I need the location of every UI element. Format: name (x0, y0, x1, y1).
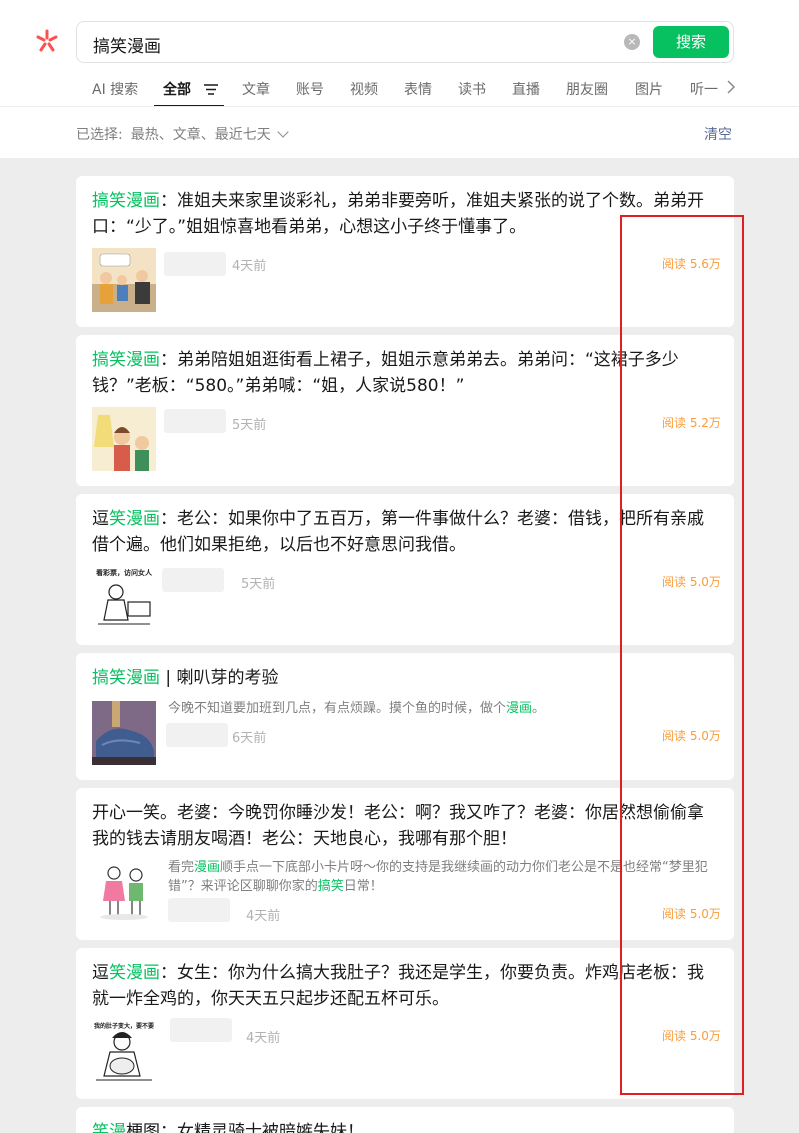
result-title[interactable]: 搞笑漫画：弟弟陪姐姐逛街看上裙子，姐姐示意弟弟去。弟弟问：“这裙子多少钱？”老板… (92, 347, 712, 399)
search-button[interactable]: 搜索 (653, 26, 729, 58)
tab-all[interactable]: 全部 (163, 79, 191, 99)
clear-filters-button[interactable]: 清空 (704, 124, 732, 144)
chevron-down-icon[interactable] (277, 126, 289, 138)
result-title[interactable]: 逗笑漫画：老公：如果你中了五百万，第一件事做什么？老婆：借钱，把所有亲戚借个遍。… (92, 506, 712, 558)
comic-siblings-icon (92, 407, 156, 471)
svg-text:看彩票，访问女人: 看彩票，访问女人 (96, 568, 153, 577)
result-card[interactable]: 逗笑漫画：女生：你为什么搞大我肚子？我还是学生，你要负责。炸鸡店老板：我就一炸全… (76, 948, 734, 1099)
tab-videos[interactable]: 视频 (350, 79, 378, 99)
publish-time: 5天前 (241, 577, 276, 592)
comic-sketch-icon: 看彩票，访问女人 (92, 566, 156, 630)
read-count: 阅读 5.2万 (662, 416, 721, 430)
tab-articles[interactable]: 文章 (242, 79, 270, 99)
read-count: 阅读 5.6万 (662, 257, 721, 271)
comic-blanket-icon (92, 701, 156, 765)
tab-accounts[interactable]: 账号 (296, 79, 324, 99)
result-summary: 看完漫画顺手点一下底部小卡片呀～你的支持是我继续画的动力你们老公是不是也经常“梦… (168, 860, 708, 894)
result-card[interactable]: 开心一笑。老婆：今晚罚你睡沙发！老公：啊？我又咋了？老婆：你居然想偷偷拿我的钱去… (76, 788, 734, 940)
result-title[interactable]: 搞笑漫画：准姐夫来家里谈彩礼，弟弟非要旁听，准姐夫紧张的说了个数。弟弟开口：“少… (92, 188, 712, 240)
publish-time: 4天前 (246, 1031, 281, 1046)
search-header: 搞笑漫画 × 搜索 AI 搜索 全部 文章 账号 视频 表情 读书 直播 朋友圈… (0, 0, 799, 158)
source-account[interactable] (162, 568, 224, 592)
result-card[interactable]: 搞笑漫画：准姐夫来家里谈彩礼，弟弟非要旁听，准姐夫紧张的说了个数。弟弟开口：“少… (76, 176, 734, 327)
tab-ai-search[interactable]: AI 搜索 (92, 79, 138, 99)
tab-live[interactable]: 直播 (512, 79, 540, 99)
chevron-right-icon[interactable] (724, 79, 738, 95)
result-card[interactable]: 笑漫梗图：女精灵骑士被暗嫉失妹！ (76, 1107, 734, 1133)
result-card[interactable]: 搞笑漫画：弟弟陪姐姐逛街看上裙子，姐姐示意弟弟去。弟弟问：“这裙子多少钱？”老板… (76, 335, 734, 486)
source-account[interactable] (166, 723, 228, 747)
source-account[interactable] (164, 252, 226, 276)
read-count: 阅读 5.0万 (662, 1029, 721, 1043)
result-title[interactable]: 笑漫梗图：女精灵骑士被暗嫉失妹！ (92, 1119, 712, 1133)
read-count: 阅读 5.0万 (662, 907, 721, 921)
clear-search-icon[interactable]: × (624, 34, 640, 50)
result-thumbnail[interactable] (92, 701, 156, 765)
result-thumbnail[interactable]: 我的肚子变大，要不要 (92, 1020, 156, 1084)
selected-filters[interactable]: 已选择: 最热、文章、最近七天 (76, 124, 289, 144)
result-thumbnail[interactable] (92, 859, 156, 923)
source-account[interactable] (168, 898, 230, 922)
tab-images[interactable]: 图片 (635, 79, 663, 99)
tab-moments[interactable]: 朋友圈 (566, 79, 608, 99)
result-card[interactable]: 逗笑漫画：老公：如果你中了五百万，第一件事做什么？老婆：借钱，把所有亲戚借个遍。… (76, 494, 734, 645)
result-summary: 今晚不知道要加班到几点，有点烦躁。摸个鱼的时候，做个漫画。 (168, 701, 546, 716)
read-count: 阅读 5.0万 (662, 575, 721, 589)
result-title[interactable]: 开心一笑。老婆：今晚罚你睡沙发！老公：啊？我又咋了？老婆：你居然想偷偷拿我的钱去… (92, 800, 712, 852)
source-account[interactable] (164, 409, 226, 433)
result-title[interactable]: 搞笑漫画 | 喇叭芽的考验 (92, 665, 712, 691)
tab-listen[interactable]: 听一 (690, 79, 718, 99)
read-count: 阅读 5.0万 (662, 729, 721, 743)
publish-time: 6天前 (232, 731, 267, 746)
publish-time: 4天前 (246, 909, 281, 924)
tabs-divider (0, 106, 799, 107)
result-thumbnail[interactable] (92, 248, 156, 312)
selected-filters-value: 最热、文章、最近七天 (130, 127, 271, 143)
filter-icon[interactable] (204, 84, 218, 95)
selected-filters-label: 已选择: (76, 127, 123, 143)
result-thumbnail[interactable] (92, 407, 156, 471)
result-title[interactable]: 逗笑漫画：女生：你为什么搞大我肚子？我还是学生，你要负责。炸鸡店老板：我就一炸全… (92, 960, 712, 1012)
result-thumbnail[interactable]: 看彩票，访问女人 (92, 566, 156, 630)
result-card[interactable]: 搞笑漫画 | 喇叭芽的考验 今晚不知道要加班到几点，有点烦躁。摸个鱼的时候，做个… (76, 653, 734, 780)
publish-time: 4天前 (232, 259, 267, 274)
source-account[interactable] (170, 1018, 232, 1042)
svg-text:我的肚子变大，要不要: 我的肚子变大，要不要 (94, 1022, 154, 1030)
comic-family-icon (92, 248, 156, 312)
search-input[interactable]: 搞笑漫画 (93, 32, 161, 57)
tab-stickers[interactable]: 表情 (404, 79, 432, 99)
publish-time: 5天前 (232, 418, 267, 433)
comic-couple-icon (92, 859, 156, 923)
comic-girl-icon: 我的肚子变大，要不要 (92, 1020, 156, 1084)
search-box[interactable]: 搞笑漫画 × 搜索 (76, 21, 734, 63)
tab-books[interactable]: 读书 (458, 79, 486, 99)
app-logo-icon (36, 29, 58, 52)
category-tabs: AI 搜索 全部 文章 账号 视频 表情 读书 直播 朋友圈 图片 听一 (80, 70, 740, 107)
